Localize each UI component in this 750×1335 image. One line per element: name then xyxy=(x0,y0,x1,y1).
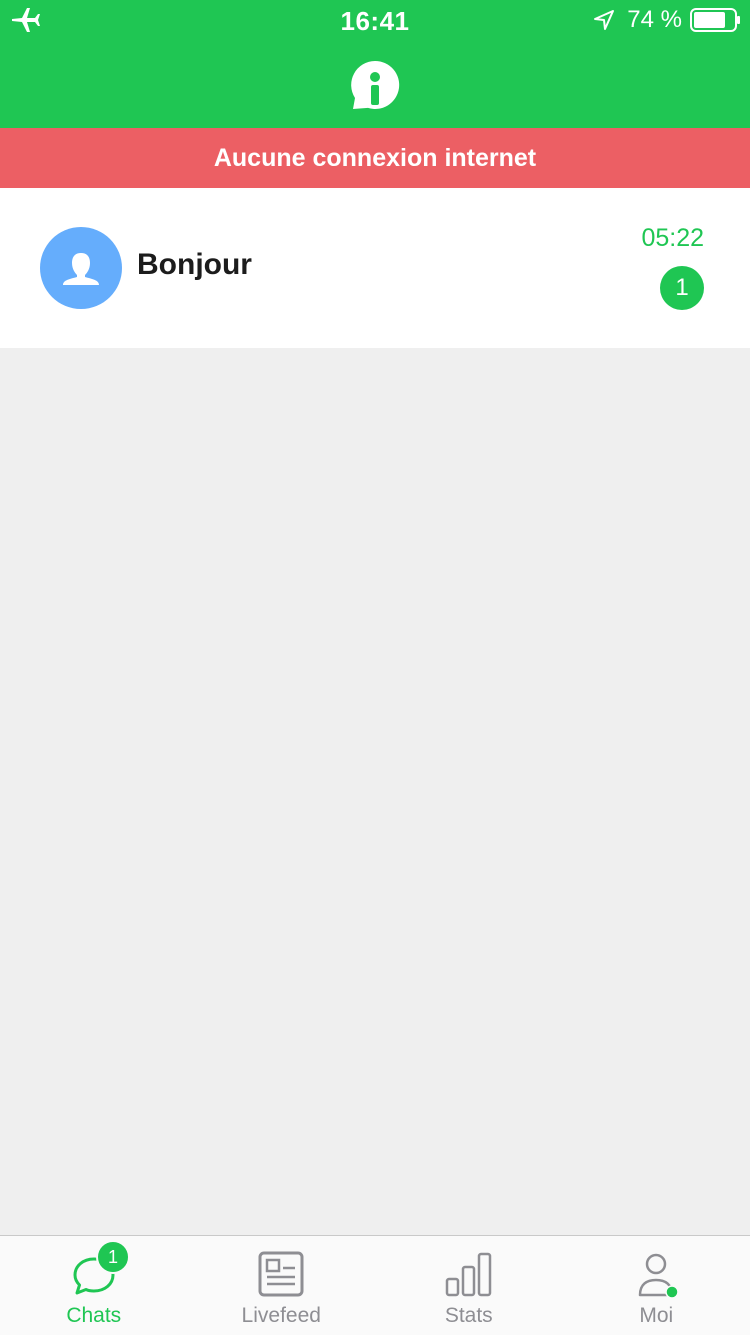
tab-bar: 1 Chats Livefeed Stats Moi xyxy=(0,1235,750,1335)
offline-banner: Aucune connexion internet xyxy=(0,128,750,188)
info-chat-logo-icon xyxy=(350,60,400,110)
tab-label-chats: Chats xyxy=(0,1304,188,1328)
tab-label-moi: Moi xyxy=(563,1304,750,1328)
user-icon xyxy=(631,1250,681,1300)
tab-label-stats: Stats xyxy=(375,1304,563,1328)
status-right-group: 74 % xyxy=(593,6,742,34)
chat-name: Bonjour xyxy=(137,248,252,282)
tab-livefeed[interactable]: Livefeed xyxy=(188,1236,376,1335)
chat-timestamp: 05:22 xyxy=(641,224,704,253)
location-arrow-icon xyxy=(593,9,615,31)
status-bar: 16:41 74 % xyxy=(0,0,750,40)
chat-list: Bonjour 05:22 1 xyxy=(0,188,750,348)
bar-chart-icon xyxy=(444,1250,494,1300)
avatar xyxy=(40,227,122,309)
tab-label-livefeed: Livefeed xyxy=(188,1304,376,1328)
unread-count-badge: 1 xyxy=(660,266,704,310)
app-header: 16:41 74 % xyxy=(0,0,750,128)
newspaper-icon xyxy=(256,1250,306,1300)
battery-percentage: 74 % xyxy=(627,6,682,34)
chat-list-item[interactable]: Bonjour 05:22 1 xyxy=(0,188,750,348)
tab-chats-badge: 1 xyxy=(96,1240,130,1274)
tab-chats[interactable]: 1 Chats xyxy=(0,1236,188,1335)
tab-stats[interactable]: Stats xyxy=(375,1236,563,1335)
user-silhouette-icon xyxy=(40,227,122,309)
tab-moi[interactable]: Moi xyxy=(563,1236,750,1335)
battery-icon xyxy=(690,7,742,33)
